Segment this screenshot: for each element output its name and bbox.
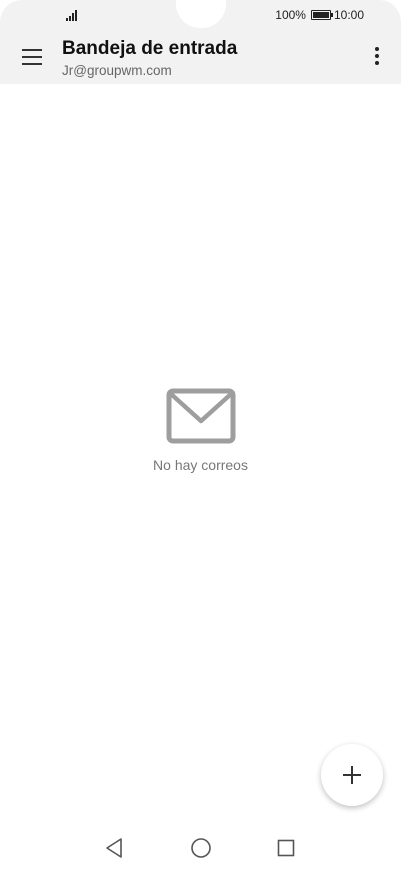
status-bar-right: 100% 10:00 (275, 8, 364, 22)
triangle-back-icon[interactable] (104, 837, 124, 859)
plus-icon-vertical (351, 766, 353, 784)
page-title: Bandeja de entrada (62, 38, 238, 59)
camera-notch (176, 0, 226, 28)
more-vertical-icon[interactable] (371, 44, 383, 68)
battery-icon (310, 10, 333, 20)
hamburger-menu-icon[interactable] (20, 46, 44, 66)
battery-tip (330, 13, 333, 17)
circle-home-icon[interactable] (190, 837, 212, 859)
top-bar: 100% 10:00 Bandeja de entrada Jr@groupwm… (0, 0, 401, 84)
empty-message: No hay correos (153, 457, 248, 473)
navigation-bar (0, 830, 401, 870)
compose-button[interactable] (321, 744, 383, 806)
square-recents-icon[interactable] (276, 837, 296, 859)
battery-fill (312, 12, 329, 18)
account-email: Jr@groupwm.com (62, 63, 172, 78)
battery-percent: 100% (275, 8, 306, 22)
envelope-icon (166, 388, 235, 444)
signal-icon (66, 9, 78, 21)
empty-state: No hay correos (0, 388, 401, 473)
phone-screen: 100% 10:00 Bandeja de entrada Jr@groupwm… (0, 0, 401, 870)
clock: 10:00 (333, 8, 364, 22)
